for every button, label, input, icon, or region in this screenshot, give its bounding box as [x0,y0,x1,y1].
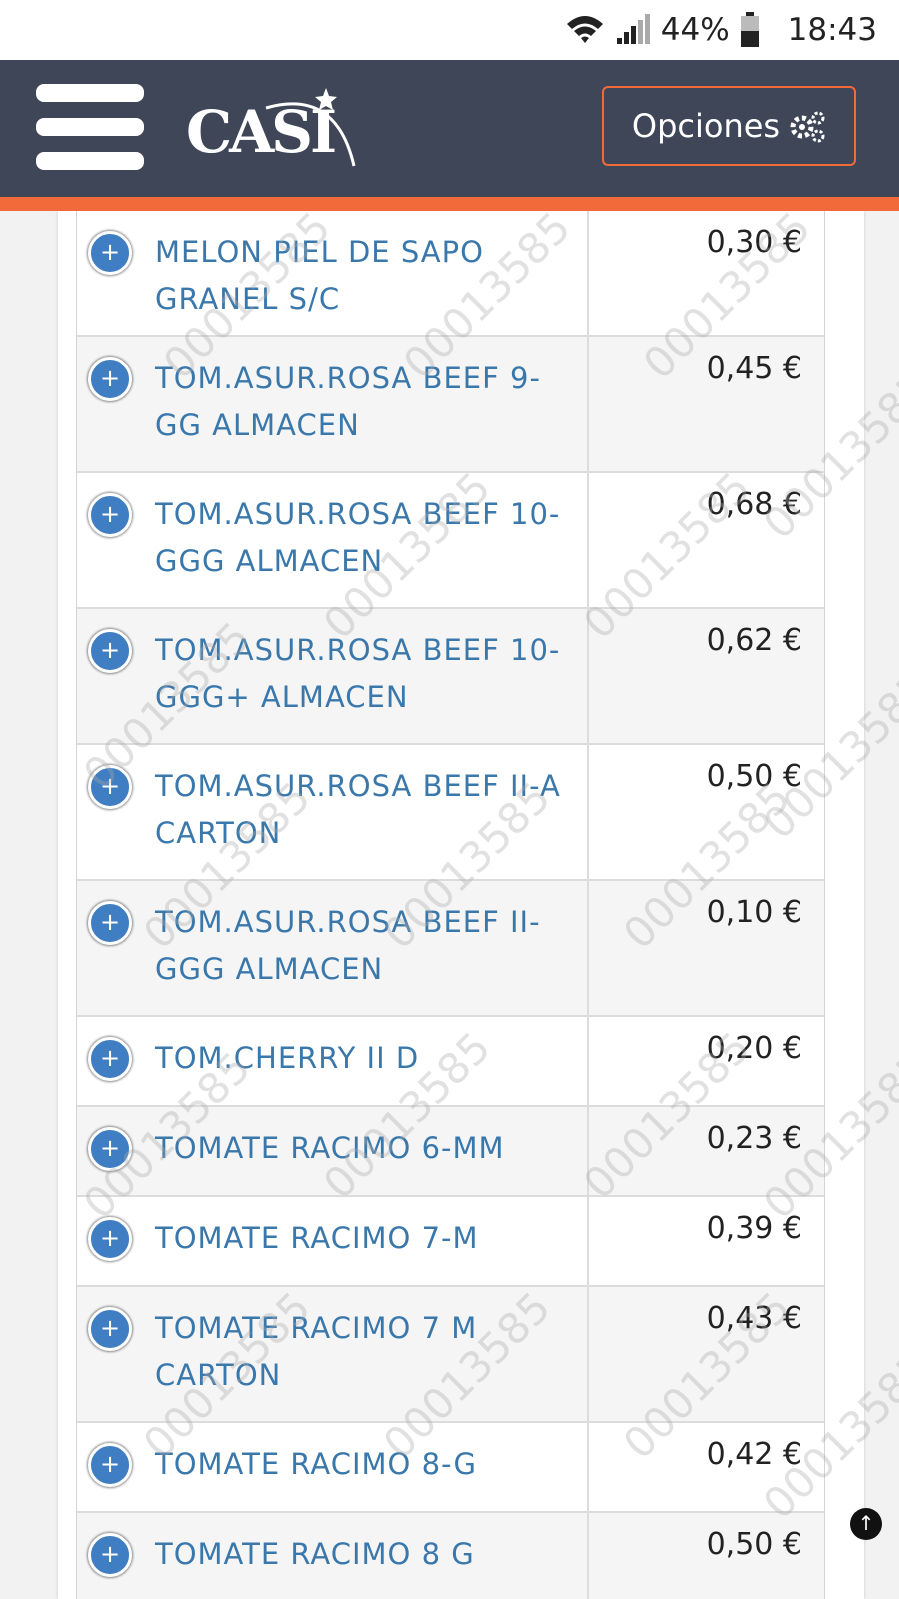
product-price: 0,30 € [706,225,802,260]
table-row[interactable]: + TOM.ASUR.ROSA BEEF 10-GGG ALMACEN 0,68 € [77,473,824,609]
product-price: 0,45 € [706,351,802,386]
table-row[interactable]: + TOM.ASUR.ROSA BEEF II-GGG ALMACEN 0,10 € [77,881,824,1017]
expand-plus-icon[interactable]: + [88,1443,132,1487]
product-price: 0,62 € [706,623,802,658]
expand-plus-icon[interactable]: + [88,629,132,673]
expand-plus-icon[interactable]: + [88,493,132,537]
product-name[interactable]: TOM.CHERRY II D [155,1035,577,1082]
casi-logo[interactable]: CASI [186,78,366,170]
product-price: 0,68 € [706,487,802,522]
product-name[interactable]: TOMATE RACIMO 7 M CARTON [155,1305,577,1399]
product-price: 0,39 € [706,1211,802,1246]
product-price: 0,42 € [706,1437,802,1472]
product-name-cell: + TOM.ASUR.ROSA BEEF II-GGG ALMACEN [77,881,589,1015]
product-name-cell: + TOM.CHERRY II D [77,1017,589,1105]
table-row[interactable]: + TOMATE RACIMO 8 G 0,50 € [77,1513,824,1599]
logo-arc [265,88,356,167]
products-table: + MELON PIEL DE SAPO GRANEL S/C 0,30 € + TOM… [76,211,825,1599]
expand-plus-icon[interactable]: + [88,1127,132,1171]
expand-plus-icon[interactable]: + [88,1307,132,1351]
scroll-to-top-button[interactable]: ↑ [850,1508,882,1540]
product-price: 0,20 € [706,1031,802,1066]
battery-percent: 44% [660,12,730,48]
product-name-cell: + TOM.ASUR.ROSA BEEF 10-GGG ALMACEN [77,473,589,607]
table-row[interactable]: + TOM.CHERRY II D 0,20 € [77,1017,824,1107]
product-name-cell: + TOMATE RACIMO 6-MM [77,1107,589,1195]
options-label: Opciones [631,107,781,145]
battery-icon [740,12,759,47]
expand-plus-icon[interactable]: + [88,765,132,809]
status-bar: 44% 18:43 [0,0,899,60]
product-name[interactable]: TOMATE RACIMO 6-MM [155,1125,577,1172]
table-row[interactable]: + TOMATE RACIMO 8-G 0,42 € [77,1423,824,1513]
product-name[interactable]: TOM.ASUR.ROSA BEEF II-A CARTON [155,763,577,857]
product-name-cell: + MELON PIEL DE SAPO GRANEL S/C [77,211,589,335]
clock: 18:43 [787,12,877,48]
table-row[interactable]: + TOMATE RACIMO 7 M CARTON 0,43 € [77,1287,824,1423]
expand-plus-icon[interactable]: + [88,231,132,275]
product-name[interactable]: TOMATE RACIMO 7-M [155,1215,577,1262]
product-price: 0,10 € [706,895,802,930]
product-name-cell: + TOM.ASUR.ROSA BEEF II-A CARTON [77,745,589,879]
gears-icon [790,111,825,143]
table-row[interactable]: + TOM.ASUR.ROSA BEEF 9-GG ALMACEN 0,45 € [77,337,824,473]
table-row[interactable]: + TOM.ASUR.ROSA BEEF 10-GGG+ ALMACEN 0,62 … [77,609,824,745]
table-row[interactable]: + TOMATE RACIMO 6-MM 0,23 € [77,1107,824,1197]
signal-icon [616,14,650,44]
table-row[interactable]: + TOM.ASUR.ROSA BEEF II-A CARTON 0,50 € [77,745,824,881]
product-name[interactable]: MELON PIEL DE SAPO GRANEL S/C [155,229,577,323]
product-name-cell: + TOM.ASUR.ROSA BEEF 10-GGG+ ALMACEN [77,609,589,743]
product-name[interactable]: TOM.ASUR.ROSA BEEF II-GGG ALMACEN [155,899,577,993]
table-row[interactable]: + TOMATE RACIMO 7-M 0,39 € [77,1197,824,1287]
product-name[interactable]: TOMATE RACIMO 8-G [155,1441,577,1488]
product-name[interactable]: TOM.ASUR.ROSA BEEF 10-GGG ALMACEN [155,491,577,585]
product-price: 0,50 € [706,759,802,794]
product-name[interactable]: TOM.ASUR.ROSA BEEF 9-GG ALMACEN [155,355,577,449]
header-accent-line [0,197,899,211]
product-name[interactable]: TOM.ASUR.ROSA BEEF 10-GGG+ ALMACEN [155,627,577,721]
table-row[interactable]: + MELON PIEL DE SAPO GRANEL S/C 0,30 € [77,211,824,337]
expand-plus-icon[interactable]: + [88,357,132,401]
expand-plus-icon[interactable]: + [88,1037,132,1081]
product-name-cell: + TOMATE RACIMO 7 M CARTON [77,1287,589,1421]
product-name-cell: + TOMATE RACIMO 8 G [77,1513,589,1599]
menu-icon[interactable] [36,82,146,174]
expand-plus-icon[interactable]: + [88,901,132,945]
product-price: 0,43 € [706,1301,802,1336]
wifi-icon [566,16,603,43]
product-name-cell: + TOMATE RACIMO 8-G [77,1423,589,1511]
expand-plus-icon[interactable]: + [88,1217,132,1261]
product-name[interactable]: TOMATE RACIMO 8 G [155,1531,577,1578]
product-price: 0,50 € [706,1527,802,1562]
product-list-area[interactable]: + MELON PIEL DE SAPO GRANEL S/C 0,30 € + TOM… [0,211,899,1599]
product-name-cell: + TOM.ASUR.ROSA BEEF 9-GG ALMACEN [77,337,589,471]
product-name-cell: + TOMATE RACIMO 7-M [77,1197,589,1285]
options-button[interactable]: Opciones [602,86,856,166]
product-price: 0,23 € [706,1121,802,1156]
expand-plus-icon[interactable]: + [88,1533,132,1577]
